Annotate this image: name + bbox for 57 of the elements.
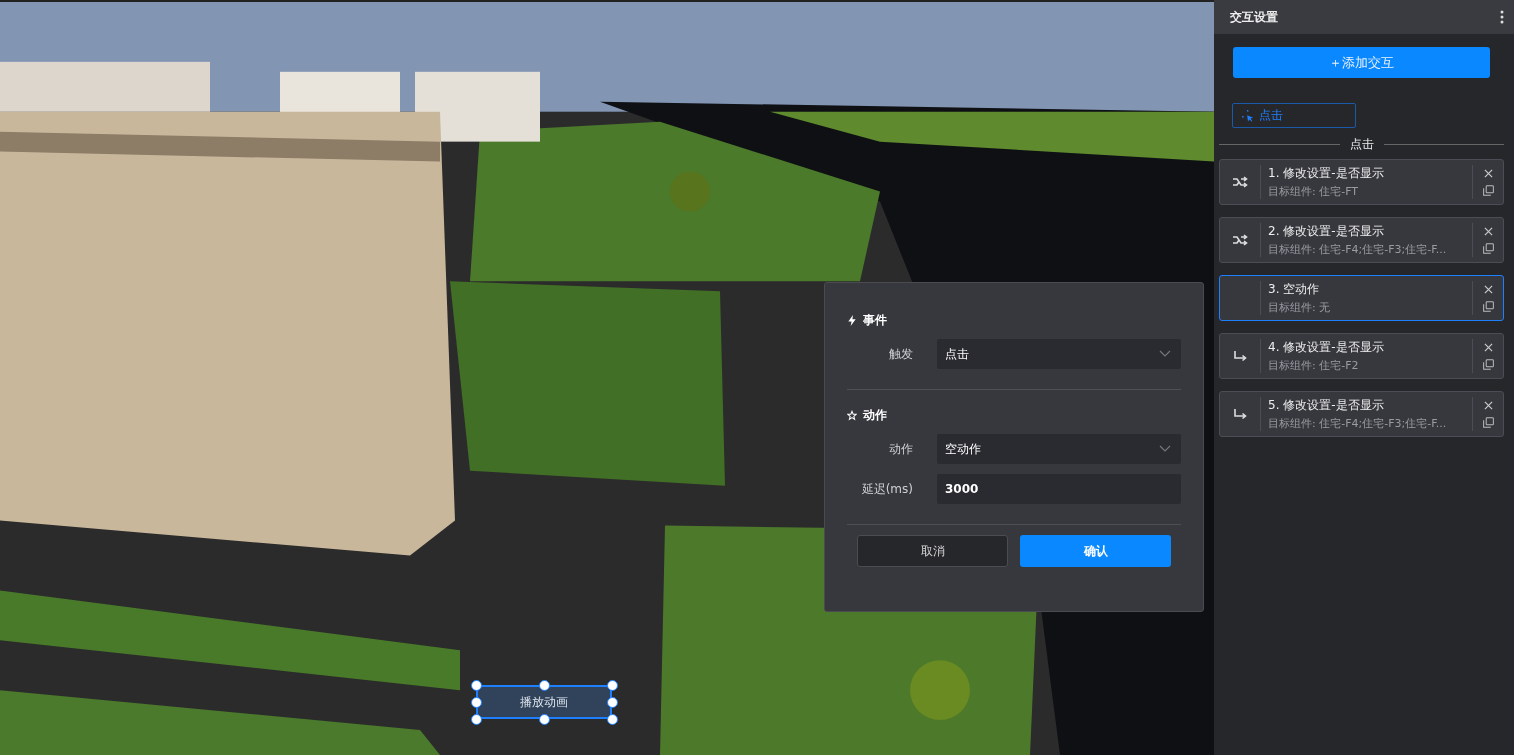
action-card[interactable]: 5. 修改设置-是否显示 目标组件: 住宅-F4;住宅-F3;住宅-F... bbox=[1219, 391, 1504, 437]
resize-handle[interactable] bbox=[539, 714, 550, 725]
action-target: 目标组件: 住宅-FT bbox=[1268, 184, 1360, 199]
action-target: 目标组件: 住宅-F2 bbox=[1268, 358, 1360, 373]
close-icon[interactable] bbox=[1483, 168, 1493, 178]
resize-handle[interactable] bbox=[471, 680, 482, 691]
copy-icon[interactable] bbox=[1482, 242, 1494, 254]
chevron-down-icon bbox=[1159, 350, 1171, 358]
group-label: 点击 bbox=[1349, 136, 1374, 153]
action-target: 目标组件: 无 bbox=[1268, 300, 1332, 315]
section-title: 事件 bbox=[863, 311, 887, 329]
action-title: 1. 修改设置-是否显示 bbox=[1268, 165, 1385, 182]
action-target: 目标组件: 住宅-F4;住宅-F3;住宅-F... bbox=[1268, 416, 1448, 431]
section-title: 动作 bbox=[863, 406, 887, 424]
copy-icon[interactable] bbox=[1482, 416, 1494, 428]
action-card[interactable]: 2. 修改设置-是否显示 目标组件: 住宅-F4;住宅-F3;住宅-F... bbox=[1219, 217, 1504, 263]
copy-icon[interactable] bbox=[1482, 358, 1494, 370]
star-icon bbox=[847, 409, 857, 421]
confirm-button[interactable]: 确认 bbox=[1020, 535, 1171, 567]
action-target: 目标组件: 住宅-F4;住宅-F3;住宅-F... bbox=[1268, 242, 1448, 257]
resize-handle[interactable] bbox=[471, 697, 482, 708]
turn-arrow-icon bbox=[1233, 350, 1247, 362]
action-card[interactable]: 4. 修改设置-是否显示 目标组件: 住宅-F2 bbox=[1219, 333, 1504, 379]
field-label: 触发 bbox=[888, 345, 913, 363]
copy-icon[interactable] bbox=[1482, 184, 1494, 196]
action-title: 4. 修改设置-是否显示 bbox=[1268, 339, 1385, 356]
cancel-button[interactable]: 取消 bbox=[857, 535, 1008, 567]
close-icon[interactable] bbox=[1483, 400, 1493, 410]
close-icon[interactable] bbox=[1483, 226, 1493, 236]
field-label: 动作 bbox=[888, 440, 913, 458]
trigger-select[interactable]: 点击 bbox=[937, 339, 1181, 369]
turn-arrow-icon bbox=[1233, 408, 1247, 420]
panel-title: 交互设置 bbox=[1230, 8, 1278, 26]
close-icon[interactable] bbox=[1483, 284, 1493, 294]
resize-handle[interactable] bbox=[607, 714, 618, 725]
delay-input[interactable]: 3000 bbox=[937, 474, 1181, 504]
chevron-down-icon bbox=[1159, 445, 1171, 453]
lightning-icon bbox=[847, 314, 857, 326]
field-label: 延迟(ms) bbox=[860, 480, 913, 498]
copy-icon[interactable] bbox=[1482, 300, 1494, 312]
resize-handle[interactable] bbox=[607, 680, 618, 691]
branch-arrow-icon bbox=[1232, 234, 1248, 246]
action-title: 2. 修改设置-是否显示 bbox=[1268, 223, 1385, 240]
more-icon[interactable] bbox=[1500, 10, 1504, 24]
resize-handle[interactable] bbox=[539, 680, 550, 691]
close-icon[interactable] bbox=[1483, 342, 1493, 352]
resize-handle[interactable] bbox=[607, 697, 618, 708]
trigger-chip[interactable]: 点击 bbox=[1232, 103, 1356, 128]
cursor-click-icon bbox=[1242, 109, 1254, 122]
action-title: 3. 空动作 bbox=[1268, 281, 1321, 298]
branch-arrow-icon bbox=[1232, 176, 1248, 188]
canvas-button[interactable]: 播放动画 bbox=[476, 685, 612, 719]
action-card[interactable]: 1. 修改设置-是否显示 目标组件: 住宅-FT bbox=[1219, 159, 1504, 205]
resize-handle[interactable] bbox=[471, 714, 482, 725]
action-title: 5. 修改设置-是否显示 bbox=[1268, 397, 1385, 414]
action-select[interactable]: 空动作 bbox=[937, 434, 1181, 464]
action-card[interactable]: 3. 空动作 目标组件: 无 bbox=[1219, 275, 1504, 321]
